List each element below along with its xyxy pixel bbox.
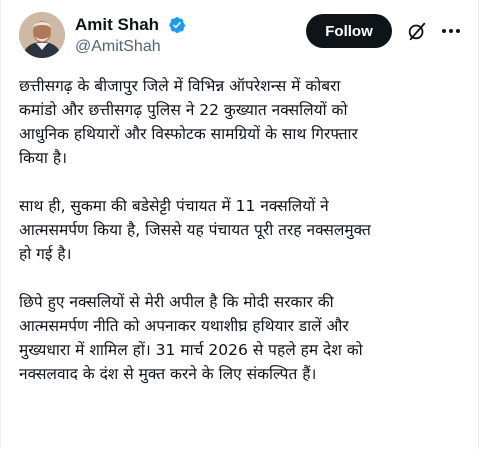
tweet-line: साथ ही, सुकमा की बडेसेट्टी पंचायत में 11…	[19, 197, 329, 215]
tweet-line: मुख्यधारा में शामिल हों। 31 मार्च 2026 स…	[19, 341, 363, 359]
tweet-line: कमांडो और छत्तीसगढ़ पुलिस ने 22 कुख्यात …	[19, 101, 348, 119]
tweet-line: हो गई है।	[19, 245, 72, 263]
author-handle[interactable]: @AmitShah	[75, 38, 186, 56]
author-display-name[interactable]: Amit Shah	[75, 15, 159, 35]
more-options-icon[interactable]	[442, 28, 464, 34]
tweet-line: किया है।	[19, 149, 67, 167]
verified-badge-icon[interactable]	[168, 16, 186, 34]
tweet-line: छत्तीसगढ़ के बीजापुर जिले में विभिन्न ऑप…	[19, 77, 341, 95]
tweet-header: Amit Shah @AmitShah Follow	[19, 12, 464, 62]
tweet-text: छत्तीसगढ़ के बीजापुर जिले में विभिन्न ऑप…	[19, 74, 459, 410]
tweet-card: Amit Shah @AmitShah Follow छत्तीसगढ़ के …	[0, 0, 479, 449]
tweet-line: नक्सलवाद के दंश से मुक्त करने के लिए संक…	[19, 365, 317, 383]
follow-button[interactable]: Follow	[306, 14, 392, 48]
tweet-paragraph: छत्तीसगढ़ के बीजापुर जिले में विभिन्न ऑप…	[19, 74, 459, 170]
tweet-line: छिपे हुए नक्सलियों से मेरी अपील है कि मो…	[19, 293, 334, 311]
tweet-line: आत्मसमर्पण नीति को अपनाकर यथाशीघ्र हथिया…	[19, 317, 349, 335]
avatar-portrait-icon	[19, 12, 65, 58]
profile-avatar[interactable]	[19, 12, 65, 58]
grok-icon[interactable]	[406, 20, 428, 42]
tweet-paragraph: छिपे हुए नक्सलियों से मेरी अपील है कि मो…	[19, 290, 459, 386]
tweet-paragraph: साथ ही, सुकमा की बडेसेट्टी पंचायत में 11…	[19, 194, 459, 266]
author-names: Amit Shah @AmitShah	[75, 14, 186, 56]
tweet-line: आधुनिक हथियारों और विस्फोटक सामग्रियों क…	[19, 125, 358, 143]
tweet-line: आत्मसमर्पण किया है, जिससे यह पंचायत पूरी…	[19, 221, 371, 239]
